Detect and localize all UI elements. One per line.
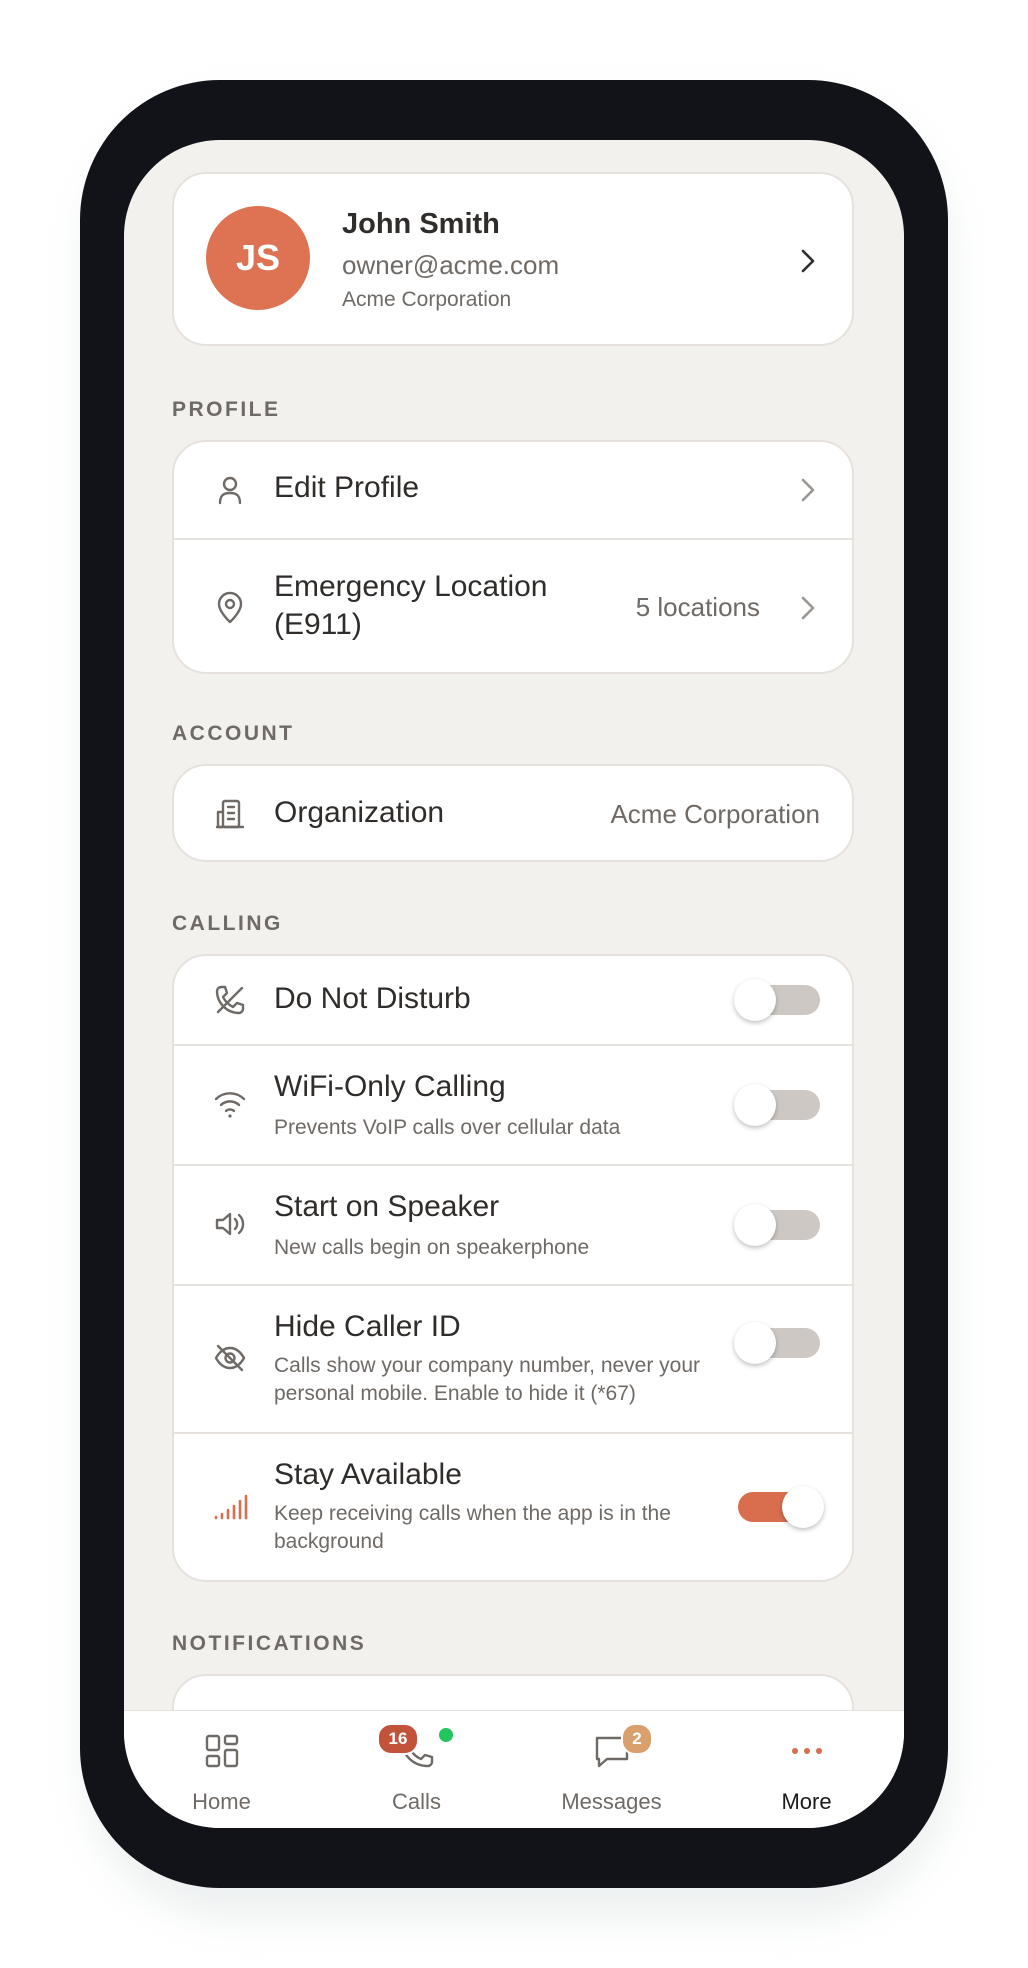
- tab-calls[interactable]: 16 Calls: [319, 1711, 514, 1828]
- wifi-only-description: Prevents VoIP calls over cellular data: [274, 1116, 621, 1139]
- calls-badge: 16: [377, 1723, 419, 1755]
- speaker-icon: [212, 1206, 248, 1242]
- account-summary-card[interactable]: JS John Smith owner@acme.com Acme Corpor…: [172, 172, 854, 346]
- building-icon: [212, 796, 248, 832]
- chevron-right-icon: [801, 249, 815, 273]
- organization-value: Acme Corporation: [610, 799, 820, 829]
- emergency-location-count: 5 locations: [635, 592, 760, 622]
- wifi-icon: [212, 1086, 248, 1122]
- chevron-right-icon: [801, 478, 815, 502]
- toggle-knob: [734, 1204, 776, 1246]
- section-header-calling: CALLING: [172, 912, 283, 935]
- tab-more[interactable]: More: [709, 1711, 904, 1828]
- hide-caller-id-toggle[interactable]: [734, 1322, 820, 1364]
- toggle-knob: [782, 1486, 824, 1528]
- profile-settings-card: Edit Profile Emergency Location (E911) 5…: [172, 440, 854, 674]
- section-header-account: ACCOUNT: [172, 722, 295, 745]
- toggle-knob: [734, 1322, 776, 1364]
- phone-off-icon: [212, 982, 248, 1018]
- grid-icon: [205, 1734, 239, 1768]
- stay-available-row: Stay Available Keep receiving calls when…: [174, 1434, 852, 1580]
- dnd-label: Do Not Disturb: [274, 982, 471, 1015]
- toggle-knob: [734, 979, 776, 1021]
- user-name: John Smith: [342, 208, 500, 240]
- start-on-speaker-label: Start on Speaker: [274, 1190, 500, 1223]
- account-settings-card: Organization Acme Corporation: [172, 764, 854, 862]
- organization-label: Organization: [274, 796, 445, 829]
- emergency-location-label-e911: (E911): [274, 608, 362, 641]
- section-header-notifications: NOTIFICATIONS: [172, 1632, 367, 1655]
- tab-messages-label: Messages: [561, 1789, 662, 1814]
- stay-available-toggle[interactable]: [738, 1486, 824, 1528]
- edit-profile-label: Edit Profile: [274, 471, 420, 504]
- more-dots-icon: [792, 1748, 822, 1754]
- start-on-speaker-description: New calls begin on speakerphone: [274, 1236, 590, 1259]
- tab-home-label: Home: [192, 1789, 251, 1814]
- toggle-knob: [734, 1084, 776, 1126]
- settings-scroll-area[interactable]: JS John Smith owner@acme.com Acme Corpor…: [124, 140, 904, 1710]
- stay-available-description: Keep receiving calls when the app is in …: [274, 1502, 671, 1553]
- hide-caller-id-description: Calls show your company number, never yo…: [274, 1354, 701, 1405]
- wifi-only-row: WiFi-Only Calling Prevents VoIP calls ov…: [174, 1046, 852, 1164]
- emergency-location-row[interactable]: Emergency Location (E911) 5 locations: [174, 540, 852, 672]
- notifications-settings-card: [172, 1674, 854, 1710]
- tab-messages[interactable]: 2 Messages: [514, 1711, 709, 1828]
- hide-caller-id-label: Hide Caller ID: [274, 1310, 461, 1343]
- signal-bars-icon: [212, 1488, 248, 1524]
- user-company: Acme Corporation: [342, 288, 512, 311]
- do-not-disturb-row: Do Not Disturb: [174, 956, 852, 1044]
- edit-profile-row[interactable]: Edit Profile: [174, 442, 852, 538]
- dnd-toggle[interactable]: [734, 979, 820, 1021]
- online-status-dot: [437, 1726, 455, 1744]
- tab-more-label: More: [781, 1789, 832, 1814]
- stay-available-label: Stay Available: [274, 1458, 462, 1491]
- organization-row[interactable]: Organization Acme Corporation: [174, 766, 852, 860]
- emergency-location-label: Emergency Location: [274, 570, 548, 603]
- hide-caller-id-row: Hide Caller ID Calls show your company n…: [174, 1286, 852, 1432]
- wifi-only-label: WiFi-Only Calling: [274, 1070, 506, 1103]
- location-pin-icon: [212, 590, 248, 626]
- eye-off-icon: [212, 1340, 248, 1376]
- wifi-only-toggle[interactable]: [734, 1084, 820, 1126]
- start-on-speaker-toggle[interactable]: [734, 1204, 820, 1246]
- tab-home[interactable]: Home: [124, 1711, 319, 1828]
- bottom-tab-bar: Home 16 Calls 2 Messages More: [124, 1710, 904, 1828]
- user-email: owner@acme.com: [342, 250, 560, 280]
- calling-settings-card: Do Not Disturb WiFi-Only Calling Prevent…: [172, 954, 854, 1582]
- user-icon: [212, 472, 248, 508]
- avatar: JS: [206, 206, 310, 310]
- start-on-speaker-row: Start on Speaker New calls begin on spea…: [174, 1166, 852, 1284]
- app-screen: JS John Smith owner@acme.com Acme Corpor…: [124, 140, 904, 1828]
- chevron-right-icon: [801, 596, 815, 620]
- tab-calls-label: Calls: [392, 1789, 441, 1814]
- messages-badge: 2: [621, 1723, 653, 1755]
- section-header-profile: PROFILE: [172, 398, 281, 421]
